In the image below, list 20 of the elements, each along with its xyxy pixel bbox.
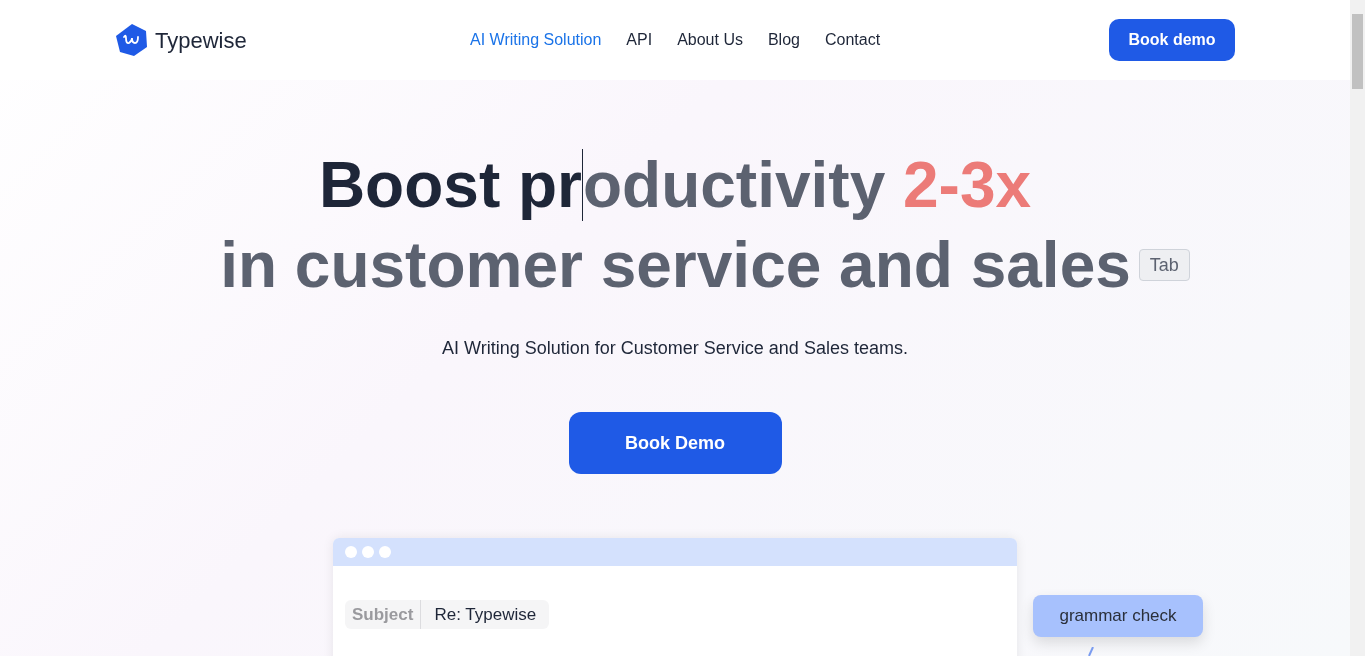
book-demo-button[interactable]: Book Demo [568,412,782,474]
headline-text: in customer service and sales [220,228,1131,303]
nav-link[interactable]: AI Writing Solution [470,28,602,52]
headline-text: Boost pr [318,148,582,223]
headline-text: oductivity [583,148,887,223]
connector-line [1085,647,1095,656]
subject-label: Subject [345,600,422,629]
text-cursor [582,149,583,221]
headline-text: 2-3x [903,148,1032,223]
nav-link[interactable]: Contact [824,28,881,52]
tab-key: Tab [1138,249,1190,281]
nav-link[interactable]: About Us [677,28,743,52]
subtitle: AI Writing Solution for Customer Service and Sales teams. [442,337,908,360]
nav-link[interactable]: API [626,28,653,52]
nav-link[interactable]: Blog [767,28,800,52]
logo-icon [115,23,149,57]
book-demo-button[interactable]: Book demo [1109,19,1235,61]
logo-text: Typewise [155,26,247,55]
subject-value: Re: Typewise [433,603,538,626]
grammar-check-chip: grammar check [1033,595,1203,637]
